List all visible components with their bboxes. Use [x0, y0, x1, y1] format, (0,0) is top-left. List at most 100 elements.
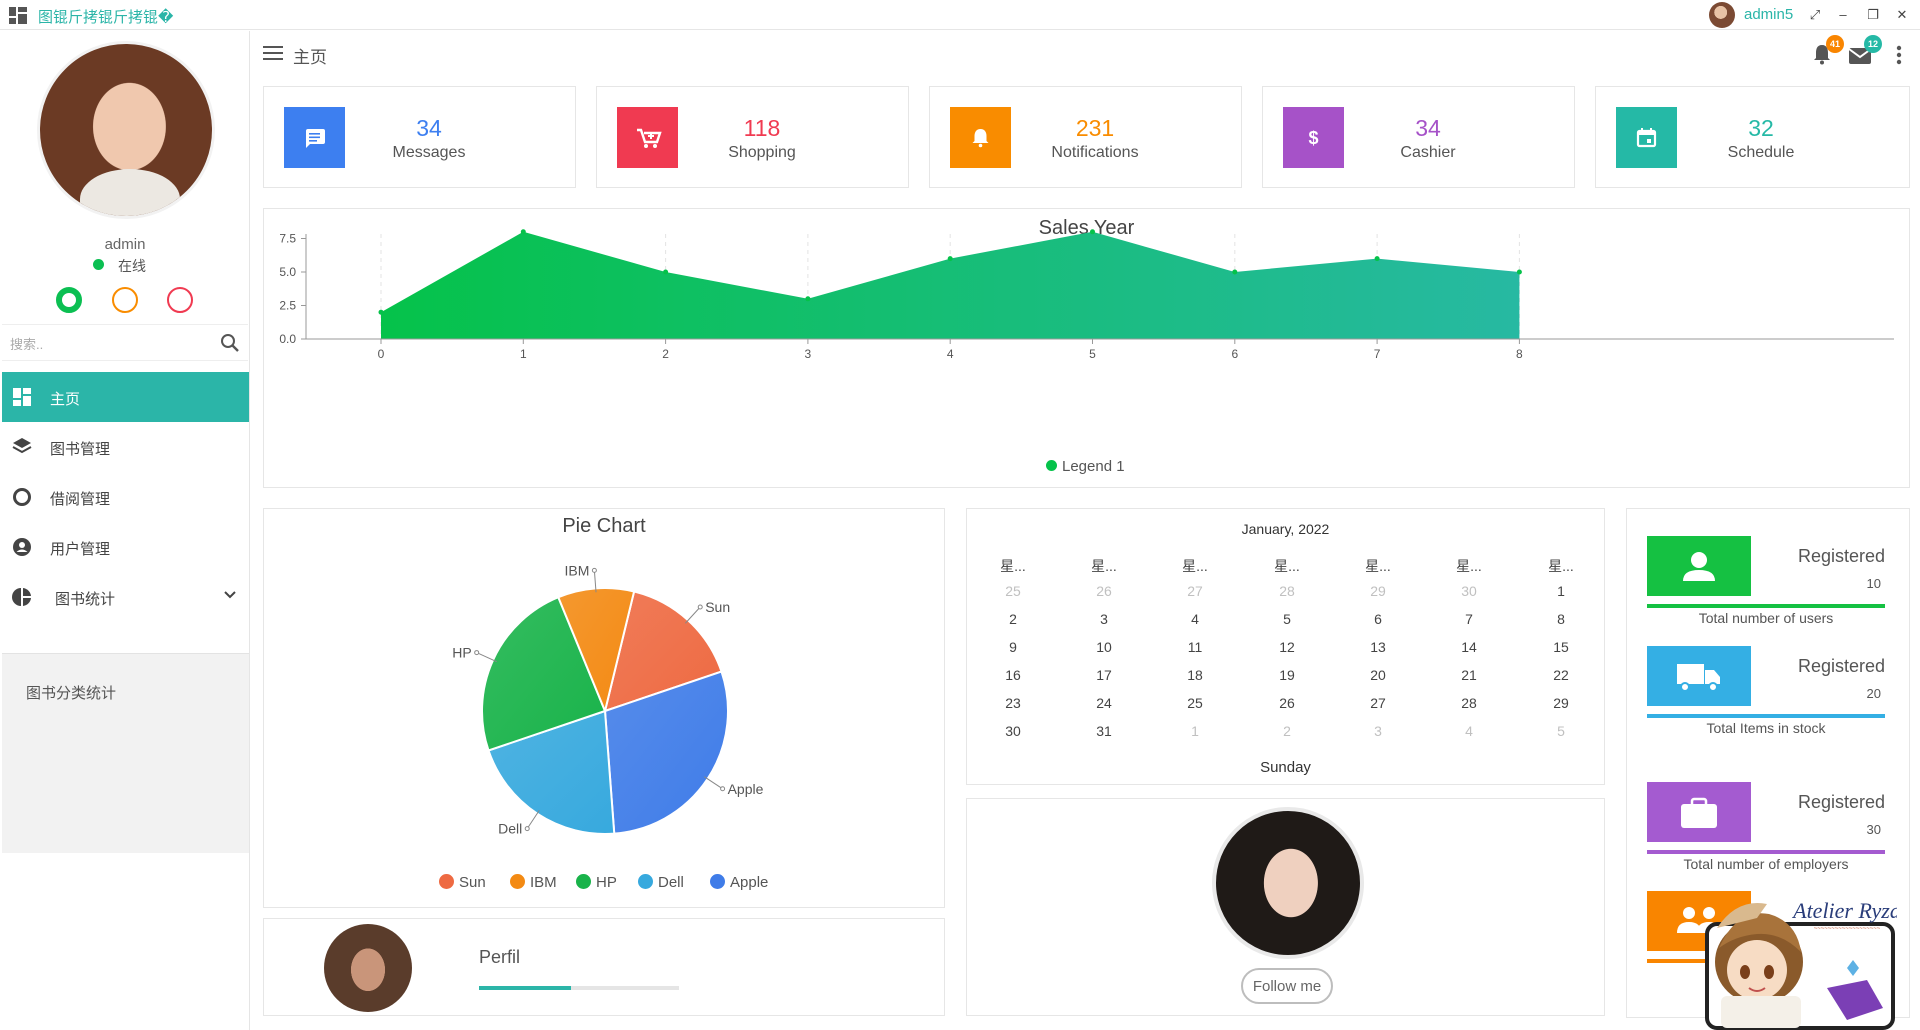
- calendar-day[interactable]: 11: [1165, 639, 1225, 655]
- dollar-icon: $: [1283, 107, 1344, 168]
- pie-chart: Sun Apple Dell HP IBM: [452, 562, 763, 836]
- stat-card-schedule[interactable]: 32 Schedule: [1595, 86, 1910, 188]
- calendar-day[interactable]: 4: [1439, 723, 1499, 739]
- calendar-day[interactable]: 13: [1348, 639, 1408, 655]
- calendar-day[interactable]: 26: [1074, 583, 1134, 599]
- calendar-day[interactable]: 18: [1165, 667, 1225, 683]
- data-point[interactable]: [520, 229, 526, 235]
- calendar-footer: Sunday: [1260, 759, 1311, 776]
- calendar-day[interactable]: 6: [1348, 611, 1408, 627]
- calendar-day[interactable]: 7: [1439, 611, 1499, 627]
- legend-label: Apple: [730, 874, 769, 891]
- data-point[interactable]: [1232, 269, 1238, 275]
- legend-item[interactable]: Legend 1: [1046, 458, 1125, 475]
- sidebar-item-home[interactable]: 主页: [2, 372, 249, 422]
- data-point[interactable]: [663, 269, 669, 275]
- legend-item[interactable]: Dell: [638, 874, 684, 891]
- stat-label: Cashier: [1400, 144, 1456, 161]
- status-away-button[interactable]: [112, 287, 138, 313]
- menu-icon[interactable]: [263, 46, 283, 60]
- legend-item[interactable]: Sun: [439, 874, 486, 891]
- calendar-day[interactable]: 3: [1074, 611, 1134, 627]
- calendar-day[interactable]: 1: [1165, 723, 1225, 739]
- calendar-day[interactable]: 28: [1439, 695, 1499, 711]
- x-tick-label: 5: [1089, 347, 1096, 361]
- calendar-day[interactable]: 12: [1257, 639, 1317, 655]
- registered-title: Registered: [1797, 656, 1885, 676]
- stat-card-cashier[interactable]: $ 34 Cashier: [1262, 86, 1575, 188]
- status-online-button[interactable]: [56, 287, 82, 313]
- profile-avatar[interactable]: [37, 41, 215, 219]
- search-input[interactable]: [10, 333, 210, 355]
- x-tick-label: 4: [947, 347, 954, 361]
- calendar-day[interactable]: 25: [983, 583, 1043, 599]
- calendar-day[interactable]: 5: [1531, 723, 1591, 739]
- calendar-day[interactable]: 3: [1348, 723, 1408, 739]
- calendar-day[interactable]: 19: [1257, 667, 1317, 683]
- data-point[interactable]: [1090, 229, 1095, 235]
- restore-icon[interactable]: ❐: [1862, 4, 1884, 26]
- sidebar-item-users[interactable]: 用户管理: [2, 522, 249, 572]
- calendar-day[interactable]: 26: [1257, 695, 1317, 711]
- calendar-day[interactable]: 29: [1348, 583, 1408, 599]
- calendar-day[interactable]: 8: [1531, 611, 1591, 627]
- calendar-day[interactable]: 4: [1165, 611, 1225, 627]
- calendar-day[interactable]: 2: [1257, 723, 1317, 739]
- sidebar-item-stats[interactable]: 图书统计: [2, 572, 249, 622]
- user-name[interactable]: admin5: [1744, 6, 1793, 23]
- calendar-day[interactable]: 5: [1257, 611, 1317, 627]
- stat-value: 231: [1075, 115, 1115, 141]
- fullscreen-icon[interactable]: ⤢: [1804, 4, 1826, 26]
- stat-value: 34: [416, 115, 442, 141]
- area-series: [381, 231, 1520, 339]
- status-busy-button[interactable]: [167, 287, 193, 313]
- registered-description: Total Items in stock: [1706, 720, 1826, 736]
- data-point[interactable]: [947, 256, 953, 262]
- calendar-day[interactable]: 30: [1439, 583, 1499, 599]
- calendar-day[interactable]: 31: [1074, 723, 1134, 739]
- calendar-day[interactable]: 27: [1165, 583, 1225, 599]
- calendar-day[interactable]: 22: [1531, 667, 1591, 683]
- calendar-day[interactable]: 23: [983, 695, 1043, 711]
- calendar-day[interactable]: 15: [1531, 639, 1591, 655]
- follow-button[interactable]: Follow me: [1241, 968, 1333, 1004]
- submenu-item-category-stats[interactable]: 图书分类统计: [26, 682, 116, 703]
- calendar-day[interactable]: 21: [1439, 667, 1499, 683]
- data-point[interactable]: [1374, 256, 1380, 262]
- data-point[interactable]: [378, 309, 384, 315]
- minimize-icon[interactable]: –: [1832, 4, 1854, 26]
- page-title: 主页: [293, 48, 327, 67]
- calendar-day[interactable]: 30: [983, 723, 1043, 739]
- sidebar-item-borrow[interactable]: 借阅管理: [2, 472, 249, 522]
- calendar-day[interactable]: 1: [1531, 583, 1591, 599]
- calendar-weekday: 星...: [1091, 558, 1117, 574]
- close-icon[interactable]: ✕: [1891, 4, 1913, 26]
- calendar-day[interactable]: 20: [1348, 667, 1408, 683]
- registered-count: 30: [1866, 822, 1881, 837]
- legend-item[interactable]: IBM: [510, 874, 557, 891]
- calendar-day[interactable]: 28: [1257, 583, 1317, 599]
- search-icon[interactable]: [220, 333, 240, 353]
- calendar-day[interactable]: 9: [983, 639, 1043, 655]
- legend-item[interactable]: Apple: [710, 874, 768, 891]
- calendar-day[interactable]: 14: [1439, 639, 1499, 655]
- more-vert-icon[interactable]: [1896, 45, 1902, 65]
- pie-label-dot: [697, 604, 703, 610]
- stat-card-notifications[interactable]: 231 Notifications: [929, 86, 1242, 188]
- calendar-day[interactable]: 25: [1165, 695, 1225, 711]
- y-tick-label: 2.5: [279, 299, 296, 313]
- data-point[interactable]: [1516, 269, 1522, 275]
- calendar-day[interactable]: 27: [1348, 695, 1408, 711]
- calendar-day[interactable]: 29: [1531, 695, 1591, 711]
- calendar-day[interactable]: 17: [1074, 667, 1134, 683]
- legend-item[interactable]: HP: [576, 874, 617, 891]
- sidebar-item-books[interactable]: 图书管理: [2, 422, 249, 472]
- calendar-day[interactable]: 10: [1074, 639, 1134, 655]
- user-avatar[interactable]: [1709, 2, 1735, 28]
- data-point[interactable]: [805, 296, 811, 302]
- stat-card-messages[interactable]: 34 Messages: [263, 86, 576, 188]
- calendar-day[interactable]: 16: [983, 667, 1043, 683]
- stat-card-shopping[interactable]: 118 Shopping: [596, 86, 909, 188]
- calendar-day[interactable]: 2: [983, 611, 1043, 627]
- calendar-day[interactable]: 24: [1074, 695, 1134, 711]
